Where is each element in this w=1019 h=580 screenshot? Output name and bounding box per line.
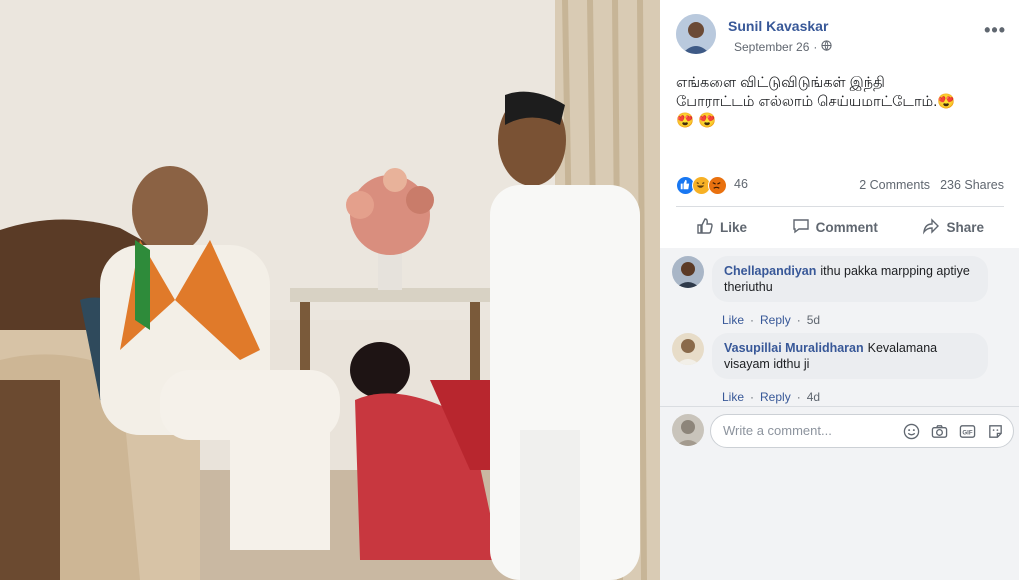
post-text-line-2: போராட்டம் எல்லாம் செய்யமாட்டோம்.😍	[676, 94, 956, 110]
comment-actions: Like · Reply · 4d	[722, 390, 821, 404]
stats-right: 2 Comments 236 Shares	[859, 178, 1004, 192]
comment-actions: Like · Reply · 5d	[722, 313, 821, 327]
post-date[interactable]: September 26	[734, 40, 809, 54]
commenter-avatar[interactable]	[672, 333, 704, 365]
photo-image	[0, 0, 660, 580]
like-button[interactable]: Like	[676, 208, 767, 246]
divider	[676, 206, 1004, 207]
post-header: Sunil Kavaskar September 26 · •••	[676, 14, 1006, 58]
sticker-icon[interactable]	[985, 421, 1005, 441]
composer-icons: GIF	[901, 421, 1005, 441]
author-avatar[interactable]	[676, 14, 716, 54]
comment-composer: Write a comment... GIF	[672, 414, 1014, 450]
svg-text:GIF: GIF	[962, 429, 972, 436]
gif-icon[interactable]: GIF	[957, 421, 977, 441]
post-stats: 46 2 Comments 236 Shares	[676, 174, 1004, 196]
post-side-panel: Sunil Kavaskar September 26 · ••• எங்களை…	[660, 0, 1019, 580]
emoji-icon[interactable]	[901, 421, 921, 441]
post-photo[interactable]	[0, 0, 660, 580]
camera-icon[interactable]	[929, 421, 949, 441]
angry-reaction-icon	[708, 176, 727, 195]
speech-bubble-icon	[792, 217, 810, 238]
divider	[660, 406, 1019, 407]
comment-label: Comment	[815, 219, 878, 235]
comment-like-link[interactable]: Like	[722, 313, 744, 327]
reaction-count[interactable]: 46	[734, 177, 748, 191]
comment-text-line-2: theriuthu	[724, 280, 773, 294]
like-label: Like	[720, 219, 748, 235]
share-button[interactable]: Share	[902, 208, 1004, 246]
commenter-name[interactable]: Vasupillai Muralidharan	[724, 341, 864, 355]
commenter-name[interactable]: Chellapandiyan	[724, 264, 816, 278]
comments-section: Chellapandiyan ithu pakka marpping aptiye…	[660, 248, 1019, 580]
viewer-avatar[interactable]	[672, 414, 704, 446]
post-text-line-1: எங்களை விட்டுவிடுங்கள் இந்தி	[676, 75, 885, 91]
author-name[interactable]: Sunil Kavaskar	[728, 18, 828, 34]
globe-icon[interactable]	[821, 40, 833, 54]
post-text: எங்களை விட்டுவிடுங்கள் இந்தி போராட்டம் எ…	[676, 74, 1006, 131]
comment-text-line-2: visayam idthu ji	[724, 357, 810, 371]
comment-reply-link[interactable]: Reply	[760, 313, 791, 327]
comment-text-line-1: Kevalamana	[867, 341, 938, 355]
shares-count[interactable]: 236 Shares	[940, 178, 1004, 192]
comment-input[interactable]: Write a comment... GIF	[710, 414, 1014, 448]
commenter-avatar[interactable]	[672, 256, 704, 288]
post-text-line-3: 😍 😍	[676, 113, 717, 129]
comment-bubble: Vasupillai Muralidharan Kevalamana visaya…	[712, 333, 988, 379]
comment-bubble: Chellapandiyan ithu pakka marpping aptiye…	[712, 256, 988, 302]
comments-count[interactable]: 2 Comments	[859, 178, 930, 192]
thumbs-up-icon	[696, 217, 714, 238]
comment-reply-link[interactable]: Reply	[760, 390, 791, 404]
post-meta: September 26 ·	[734, 40, 833, 54]
comment-input-placeholder: Write a comment...	[723, 423, 832, 438]
comment-text-line-1: ithu pakka marpping aptiye	[820, 264, 970, 278]
comment-time[interactable]: 5d	[807, 313, 820, 327]
share-arrow-icon	[922, 217, 940, 238]
comment-button[interactable]: Comment	[772, 208, 898, 246]
comment-like-link[interactable]: Like	[722, 390, 744, 404]
separator-dot: ·	[813, 40, 818, 54]
more-options-icon[interactable]: •••	[984, 20, 1006, 41]
post-actions: Like Comment Share	[676, 208, 1004, 246]
reaction-icons[interactable]	[676, 176, 727, 195]
share-label: Share	[946, 219, 984, 235]
comment-time[interactable]: 4d	[807, 390, 820, 404]
